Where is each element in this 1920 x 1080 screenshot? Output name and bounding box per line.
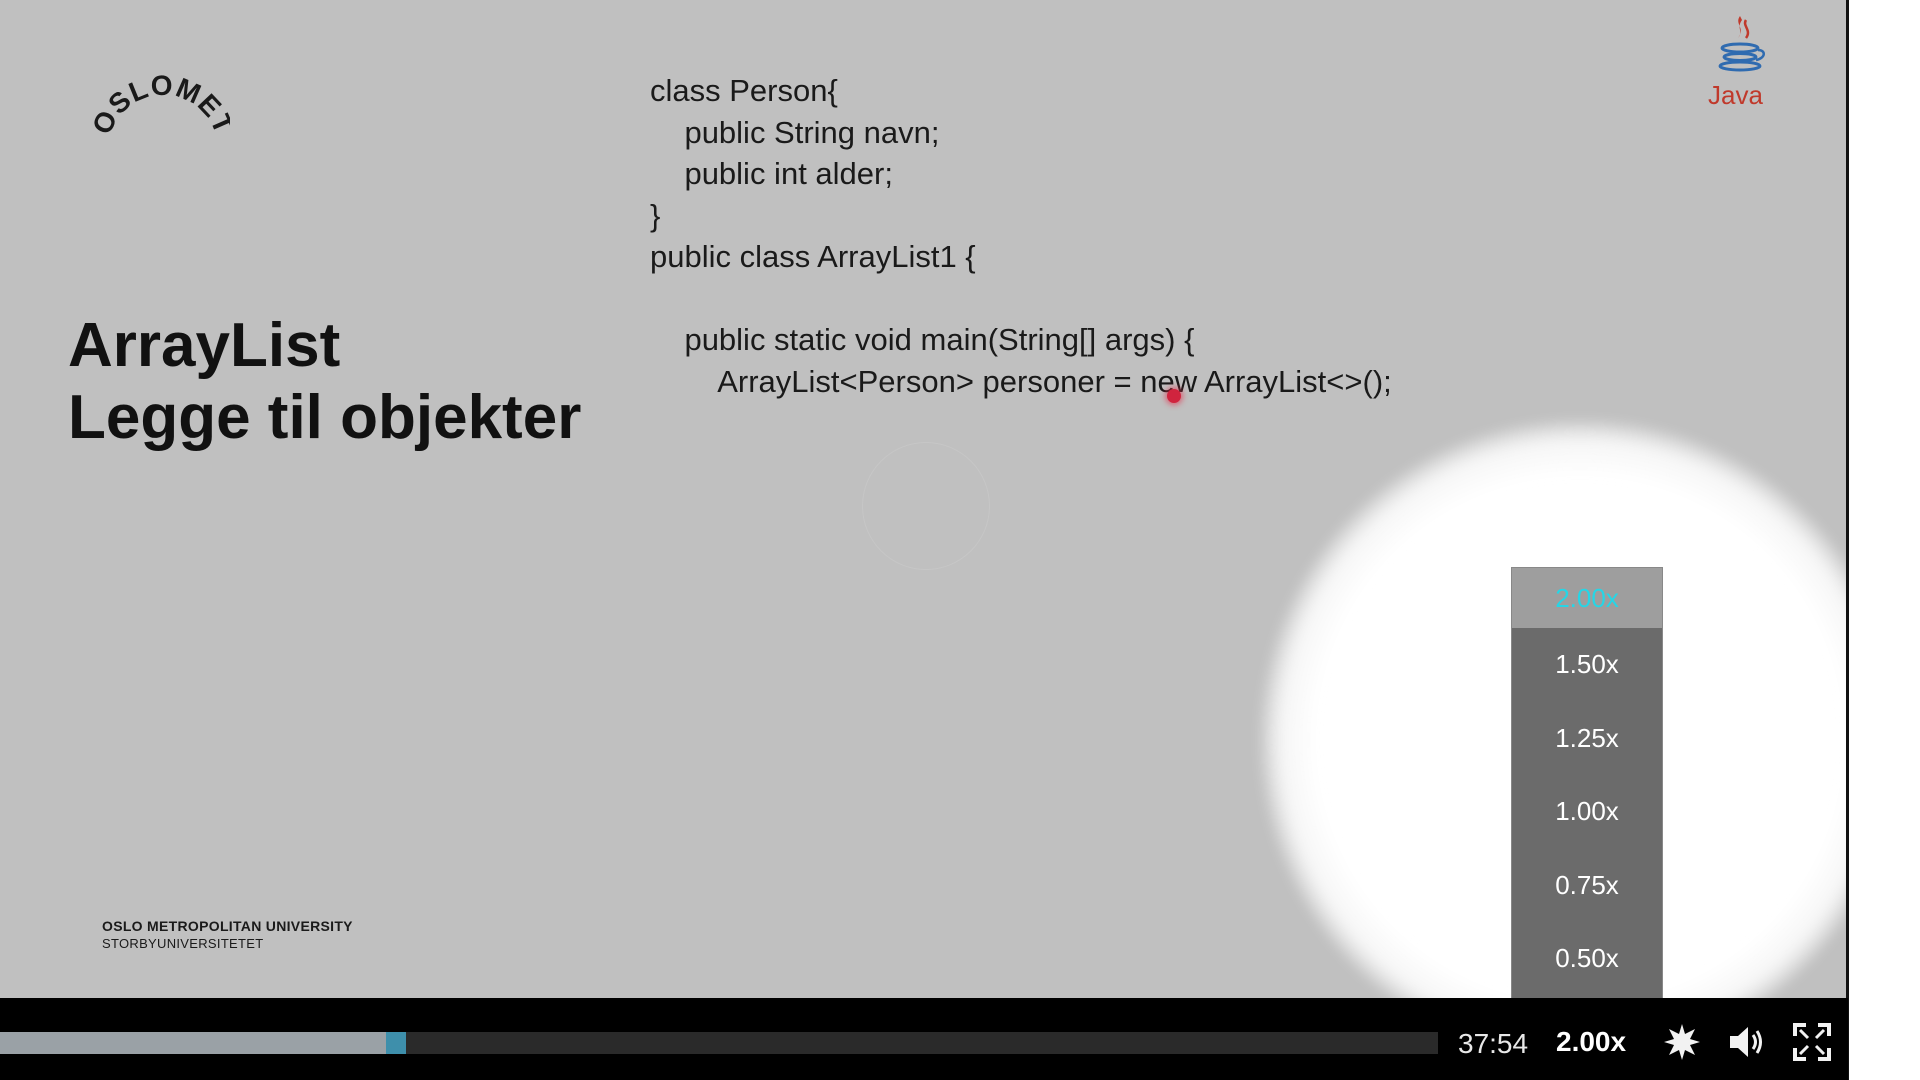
code-line: public class ArrayList1 {: [650, 239, 976, 274]
play-overlay-circle: [862, 442, 990, 570]
speed-option-0-75x[interactable]: 0.75x: [1512, 849, 1662, 923]
progress-bar[interactable]: [0, 1032, 1438, 1054]
java-cup-icon: [1718, 16, 1765, 72]
oslomet-logo-text: OSLOMET: [90, 70, 230, 139]
code-line: class Person{: [650, 73, 838, 108]
speed-option-2-00x[interactable]: 2.00x: [1512, 568, 1662, 628]
slide-title-line1: ArrayList: [68, 311, 341, 380]
pointer-highlight-icon: [1167, 389, 1181, 403]
page-edge-divider: [1846, 0, 1849, 1080]
settings-icon[interactable]: [1662, 1022, 1702, 1062]
progress-scrubber[interactable]: [386, 1032, 406, 1054]
playback-speed-menu[interactable]: 2.00x 1.50x 1.25x 1.00x 0.75x 0.50x: [1511, 567, 1663, 1012]
university-name: OSLO METROPOLITAN UNIVERSITY: [102, 918, 353, 934]
slide-title-line2: Legge til objekter: [68, 383, 582, 452]
code-line: public int alder;: [650, 156, 893, 191]
java-logo: Java: [1700, 10, 1780, 110]
code-line: public String navn;: [650, 114, 940, 150]
speed-option-1-50x[interactable]: 1.50x: [1512, 628, 1662, 702]
progress-played: [0, 1032, 387, 1054]
slide-title: ArrayList Legge til objekter: [68, 310, 581, 454]
speed-option-0-50x[interactable]: 0.50x: [1512, 922, 1662, 996]
speed-option-1-00x[interactable]: 1.00x: [1512, 775, 1662, 849]
svg-text:OSLOMET: OSLOMET: [90, 70, 230, 139]
university-subtitle: STORBYUNIVERSITETET: [102, 936, 264, 951]
code-line: }: [650, 197, 661, 233]
playback-speed-button[interactable]: 2.00x: [1556, 1026, 1626, 1058]
code-line: ArrayList<Person> personer = new ArrayLi…: [650, 363, 1392, 399]
code-line: public static void main(String[] args) {: [650, 322, 1195, 357]
volume-icon[interactable]: [1726, 1022, 1766, 1062]
fullscreen-icon[interactable]: [1792, 1022, 1832, 1062]
code-block: class Person{ public String navn; public…: [650, 70, 1392, 402]
java-label: Java: [1708, 80, 1763, 110]
player-control-bar: 37:54 2.00x: [0, 998, 1848, 1080]
time-display: 37:54: [1458, 1028, 1529, 1059]
page-edge: [1848, 0, 1920, 1080]
speed-option-1-25x[interactable]: 1.25x: [1512, 702, 1662, 776]
oslomet-logo: OSLOMET: [90, 70, 230, 139]
university-footer: OSLO METROPOLITAN UNIVERSITY STORBYUNIVE…: [102, 918, 353, 951]
video-player[interactable]: OSLOMET Java ArrayList Legge til objekte…: [0, 0, 1920, 1080]
